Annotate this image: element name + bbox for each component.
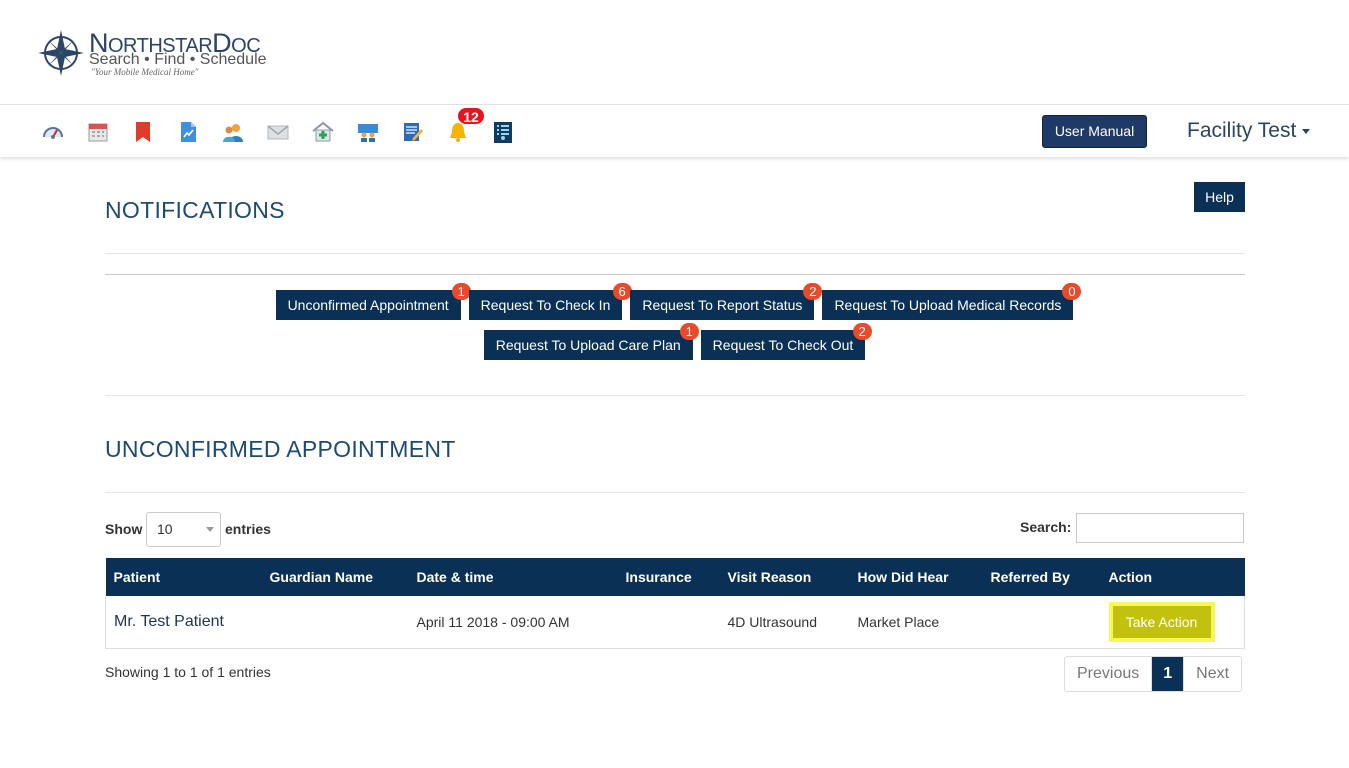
pagination: Previous 1 Next [1064,656,1243,692]
request-upload-care-plan-button[interactable]: Request To Upload Care Plan 1 [483,323,699,360]
search-label: Search: [1020,519,1072,535]
search-input[interactable] [1076,513,1244,543]
notifications-title: NOTIFICATIONS [105,197,285,223]
show-label: Show [105,521,143,537]
column-header[interactable]: Insurance [618,558,720,596]
count-badge: 0 [1062,283,1082,300]
how-did-hear-cell: Market Place [857,613,940,630]
count-badge: 2 [803,283,823,300]
family-icon[interactable] [355,119,381,145]
column-header[interactable]: Date & time [409,558,618,596]
page-length-select[interactable]: 10 [146,512,221,547]
column-header[interactable]: Action [1101,558,1245,596]
unconfirmed-appointment-title: UNCONFIRMED APPOINTMENT [105,436,456,462]
divider [105,274,1245,275]
insurance-cell [618,596,720,648]
notification-buttons-row-1: Unconfirmed Appointment 1 Request To Chec… [0,283,1349,320]
table-info: Showing 1 to 1 of 1 entries [105,664,271,680]
request-check-in-button[interactable]: Request To Check In 6 [468,283,632,320]
table-row: Mr. Test Patient April 11 2018 - 09:00 A… [105,596,1245,648]
column-header[interactable]: Patient [106,558,262,596]
top-navbar: 12 User Manual Facility Test [0,104,1349,157]
request-check-out-button[interactable]: Request To Check Out 2 [700,323,872,360]
compass-logo-icon [38,30,84,76]
clinic-icon[interactable] [310,119,336,145]
notes-icon[interactable] [400,119,426,145]
entries-label: entries [225,521,271,537]
visit-reason-cell: 4D Ultrasound [727,613,818,630]
unconfirmed-appointment-button[interactable]: Unconfirmed Appointment 1 [275,283,471,320]
appointments-table: Patient Guardian Name Date & time Insura… [105,558,1245,649]
request-report-status-button[interactable]: Request To Report Status 2 [630,283,823,320]
help-button[interactable]: Help [1194,182,1245,212]
count-badge: 1 [679,323,699,340]
caret-down-icon [1302,128,1311,134]
take-action-button[interactable]: Take Action [1108,601,1215,642]
next-page-button[interactable]: Next [1183,657,1241,691]
count-badge: 6 [612,283,632,300]
brand-tagline: "Your Mobile Medical Home" [91,67,199,77]
notification-count-badge: 12 [457,106,485,125]
directory-icon[interactable] [490,119,516,145]
user-manual-button[interactable]: User Manual [1042,115,1147,148]
bookmark-icon[interactable] [130,119,156,145]
column-header[interactable]: Guardian Name [262,558,409,596]
bell-icon[interactable]: 12 [445,106,485,145]
mail-icon[interactable] [265,119,291,145]
dashboard-icon[interactable] [40,119,66,145]
brand-logo[interactable]: NORTHSTARDOC Search • Find • Schedule "Y… [36,26,286,86]
patient-cell: Mr. Test Patient [114,612,224,630]
divider [105,395,1245,396]
users-icon[interactable] [220,119,246,145]
nav-icon-bar: 12 [40,105,535,158]
report-icon[interactable] [175,119,201,145]
column-header[interactable]: How Did Hear [850,558,983,596]
action-cell: Take Action [1101,596,1245,648]
referred-by-cell [983,596,1101,648]
facility-dropdown[interactable]: Facility Test [1187,119,1311,143]
notification-buttons-row-2: Request To Upload Care Plan 1 Request To … [0,323,1349,360]
table-header-row: Patient Guardian Name Date & time Insura… [105,558,1245,596]
divider [105,253,1245,254]
column-header[interactable]: Referred By [983,558,1101,596]
facility-name: Facility Test [1187,119,1297,142]
calendar-icon[interactable] [85,119,111,145]
request-upload-medical-records-button[interactable]: Request To Upload Medical Records 0 [822,283,1082,320]
previous-page-button[interactable]: Previous [1065,657,1151,691]
chevron-down-icon [206,527,214,532]
datetime-cell: April 11 2018 - 09:00 AM [416,613,570,630]
divider [105,492,1245,493]
count-badge: 2 [852,323,872,340]
column-header[interactable]: Visit Reason [720,558,850,596]
page-1-button[interactable]: 1 [1151,657,1184,691]
guardian-cell [262,596,409,648]
